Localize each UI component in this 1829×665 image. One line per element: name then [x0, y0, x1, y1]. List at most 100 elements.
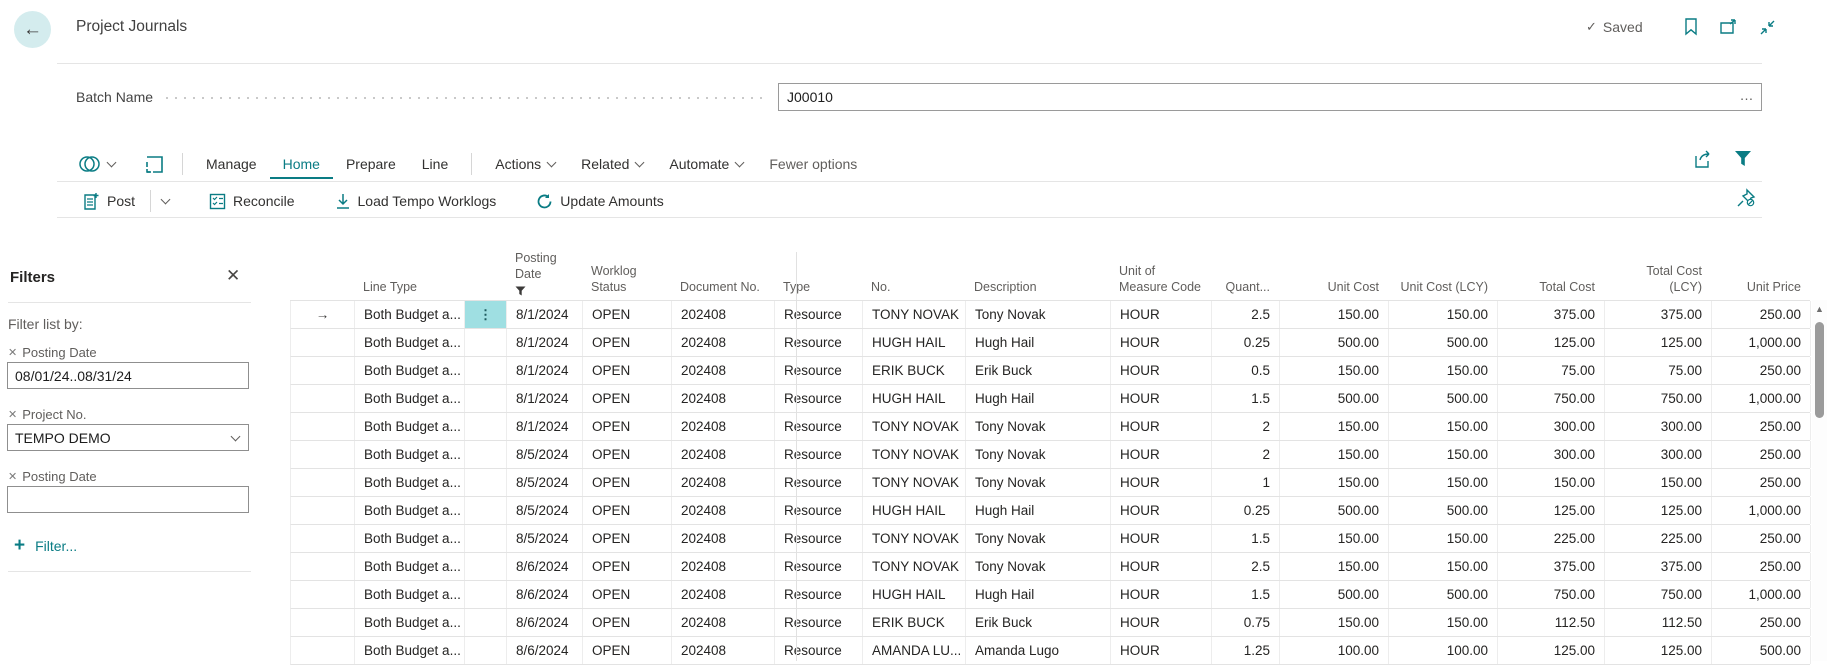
tab-prepare[interactable]: Prepare [333, 149, 409, 179]
remove-filter-icon[interactable]: ✕ [8, 470, 17, 483]
row-selector[interactable] [291, 441, 355, 468]
cell-unit_cost_lcy[interactable]: 100.00 [1389, 637, 1498, 664]
row-selector[interactable] [291, 469, 355, 496]
row-menu-cell[interactable] [465, 581, 507, 608]
cell-total_cost[interactable]: 75.00 [1498, 357, 1605, 384]
unpin-icon[interactable] [1736, 188, 1758, 210]
row-selector[interactable] [291, 497, 355, 524]
cell-unit_price[interactable]: 250.00 [1712, 357, 1811, 384]
cell-unit_cost_lcy[interactable]: 500.00 [1389, 497, 1498, 524]
cell-total_cost[interactable]: 112.50 [1498, 609, 1605, 636]
cell-no[interactable]: AMANDA LU... [863, 637, 966, 664]
column-header-menu[interactable] [464, 250, 506, 302]
cell-type[interactable]: Resource [775, 357, 863, 384]
cell-total_cost_lcy[interactable]: 150.00 [1605, 469, 1712, 496]
cell-uom[interactable]: HOUR [1111, 357, 1212, 384]
cell-uom[interactable]: HOUR [1111, 581, 1212, 608]
cell-total_cost[interactable]: 750.00 [1498, 385, 1605, 412]
cell-posting_date[interactable]: 8/5/2024 [507, 469, 583, 496]
cell-quantity[interactable]: 1 [1212, 469, 1280, 496]
cell-document_no[interactable]: 202408 [672, 469, 775, 496]
cell-posting_date[interactable]: 8/6/2024 [507, 581, 583, 608]
cell-unit_cost[interactable]: 150.00 [1280, 525, 1389, 552]
table-row[interactable]: Both Budget a...8/1/2024OPEN202408Resour… [290, 329, 1810, 357]
row-selector[interactable] [291, 413, 355, 440]
cell-document_no[interactable]: 202408 [672, 441, 775, 468]
cell-unit_price[interactable]: 1,000.00 [1712, 329, 1811, 356]
cell-total_cost[interactable]: 375.00 [1498, 553, 1605, 580]
row-context-menu-icon[interactable]: ⋮ [465, 301, 507, 328]
cell-posting_date[interactable]: 8/1/2024 [507, 301, 583, 328]
cell-no[interactable]: TONY NOVAK [863, 553, 966, 580]
cell-uom[interactable]: HOUR [1111, 609, 1212, 636]
cell-document_no[interactable]: 202408 [672, 301, 775, 328]
column-header-total_cost_lcy[interactable]: Total Cost (LCY) [1604, 250, 1711, 302]
cell-total_cost[interactable]: 125.00 [1498, 497, 1605, 524]
posting-date-filter-input[interactable] [7, 362, 249, 389]
cell-line_type[interactable]: Both Budget a... [355, 441, 465, 468]
cell-no[interactable]: TONY NOVAK [863, 441, 966, 468]
cell-worklog_status[interactable]: OPEN [583, 637, 672, 664]
bookmark-icon[interactable] [1680, 16, 1702, 38]
cell-description[interactable]: Tony Novak [966, 525, 1111, 552]
scrollbar-thumb[interactable] [1815, 322, 1824, 418]
cell-total_cost[interactable]: 300.00 [1498, 413, 1605, 440]
menu-automate[interactable]: Automate [656, 149, 756, 179]
cell-unit_price[interactable]: 250.00 [1712, 469, 1811, 496]
table-row[interactable]: Both Budget a...8/1/2024OPEN202408Resour… [290, 385, 1810, 413]
cell-unit_cost[interactable]: 500.00 [1280, 497, 1389, 524]
table-row[interactable]: Both Budget a...8/6/2024OPEN202408Resour… [290, 553, 1810, 581]
cell-document_no[interactable]: 202408 [672, 553, 775, 580]
cell-type[interactable]: Resource [775, 581, 863, 608]
row-menu-cell[interactable] [465, 497, 507, 524]
cell-document_no[interactable]: 202408 [672, 357, 775, 384]
cell-unit_cost_lcy[interactable]: 150.00 [1389, 553, 1498, 580]
menu-actions[interactable]: Actions [482, 149, 568, 179]
cell-unit_cost[interactable]: 150.00 [1280, 553, 1389, 580]
cell-posting_date[interactable]: 8/1/2024 [507, 357, 583, 384]
column-header-worklog_status[interactable]: Worklog Status [582, 250, 671, 302]
cell-type[interactable]: Resource [775, 385, 863, 412]
cell-worklog_status[interactable]: OPEN [583, 413, 672, 440]
cell-unit_cost_lcy[interactable]: 150.00 [1389, 469, 1498, 496]
cell-quantity[interactable]: 2.5 [1212, 553, 1280, 580]
row-menu-cell[interactable] [465, 637, 507, 664]
vertical-scrollbar[interactable]: ▲ [1812, 300, 1827, 661]
cell-total_cost[interactable]: 750.00 [1498, 581, 1605, 608]
cell-description[interactable]: Hugh Hail [966, 497, 1111, 524]
cell-worklog_status[interactable]: OPEN [583, 441, 672, 468]
cell-unit_price[interactable]: 250.00 [1712, 609, 1811, 636]
cell-total_cost_lcy[interactable]: 112.50 [1605, 609, 1712, 636]
table-row[interactable]: →Both Budget a...⋮8/1/2024OPEN202408Reso… [290, 301, 1810, 329]
column-header-sel[interactable] [290, 250, 354, 302]
cell-type[interactable]: Resource [775, 413, 863, 440]
cell-total_cost_lcy[interactable]: 225.00 [1605, 525, 1712, 552]
table-row[interactable]: Both Budget a...8/1/2024OPEN202408Resour… [290, 357, 1810, 385]
reconcile-button[interactable]: Reconcile [196, 186, 307, 216]
cell-no[interactable]: HUGH HAIL [863, 329, 966, 356]
cell-description[interactable]: Hugh Hail [966, 581, 1111, 608]
close-filters-icon[interactable]: ✕ [226, 266, 240, 286]
cell-quantity[interactable]: 2 [1212, 413, 1280, 440]
cell-no[interactable]: HUGH HAIL [863, 497, 966, 524]
menu-related[interactable]: Related [568, 149, 656, 179]
cell-unit_price[interactable]: 250.00 [1712, 413, 1811, 440]
row-selector[interactable] [291, 581, 355, 608]
cell-posting_date[interactable]: 8/1/2024 [507, 329, 583, 356]
cell-uom[interactable]: HOUR [1111, 441, 1212, 468]
cell-type[interactable]: Resource [775, 301, 863, 328]
cell-unit_cost[interactable]: 150.00 [1280, 469, 1389, 496]
cell-unit_cost_lcy[interactable]: 150.00 [1389, 609, 1498, 636]
cell-type[interactable]: Resource [775, 469, 863, 496]
cell-document_no[interactable]: 202408 [672, 329, 775, 356]
cell-posting_date[interactable]: 8/6/2024 [507, 609, 583, 636]
remove-filter-icon[interactable]: ✕ [8, 346, 17, 359]
cell-uom[interactable]: HOUR [1111, 385, 1212, 412]
cell-quantity[interactable]: 0.5 [1212, 357, 1280, 384]
row-selector[interactable] [291, 637, 355, 664]
row-menu-cell[interactable] [465, 357, 507, 384]
cell-no[interactable]: TONY NOVAK [863, 469, 966, 496]
cell-document_no[interactable]: 202408 [672, 525, 775, 552]
cell-total_cost_lcy[interactable]: 300.00 [1605, 413, 1712, 440]
cell-unit_cost_lcy[interactable]: 500.00 [1389, 581, 1498, 608]
